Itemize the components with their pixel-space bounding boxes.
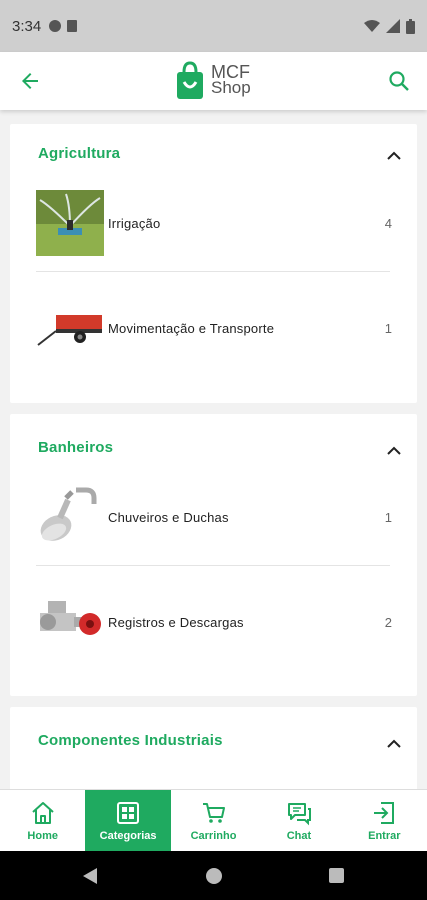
sprinkler-image bbox=[36, 190, 104, 256]
category-title[interactable]: Banheiros bbox=[38, 439, 113, 456]
nav-label: Chat bbox=[286, 829, 312, 842]
battery-icon bbox=[406, 18, 415, 34]
app-bar: MCF Shop bbox=[0, 52, 427, 110]
nav-carrinho[interactable]: Carrinho bbox=[171, 790, 256, 851]
nav-home[interactable]: Home bbox=[0, 790, 85, 851]
nav-chat[interactable]: Chat bbox=[256, 790, 341, 851]
chevron-up-icon[interactable] bbox=[385, 147, 403, 165]
back-arrow-icon[interactable] bbox=[18, 69, 42, 93]
subcategory-row[interactable]: Registros e Descargas 2 bbox=[36, 589, 392, 659]
home-icon bbox=[32, 801, 54, 824]
valve-image bbox=[40, 601, 101, 635]
categories-icon bbox=[117, 801, 140, 824]
chevron-up-icon[interactable] bbox=[385, 442, 403, 460]
category-card-agricultura: Agricultura Irrigação 4 Movimentação e T… bbox=[10, 124, 417, 403]
nav-label: Entrar bbox=[368, 829, 401, 842]
system-navigation-bar bbox=[0, 851, 427, 900]
nav-label: Carrinho bbox=[190, 829, 237, 842]
system-home-icon[interactable] bbox=[206, 868, 222, 884]
subcategory-row[interactable]: Movimentação e Transporte 1 bbox=[36, 295, 392, 365]
subcategory-count: 4 bbox=[384, 216, 392, 231]
chevron-up-icon[interactable] bbox=[385, 735, 403, 753]
trailer-image bbox=[37, 315, 102, 346]
system-recents-icon[interactable] bbox=[329, 868, 344, 883]
app-logo: MCF Shop bbox=[175, 60, 251, 100]
search-icon[interactable] bbox=[387, 69, 411, 93]
subcategory-label: Chuveiros e Duchas bbox=[108, 510, 229, 525]
subcategory-count: 2 bbox=[384, 615, 392, 630]
nav-entrar[interactable]: Entrar bbox=[342, 790, 427, 851]
status-bar: 3:34 bbox=[0, 0, 427, 52]
logo-text-shop: Shop bbox=[211, 78, 251, 97]
categories-list[interactable]: Agricultura Irrigação 4 Movimentação e T… bbox=[0, 110, 427, 790]
category-title[interactable]: Agricultura bbox=[38, 145, 120, 162]
subcategory-count: 1 bbox=[384, 510, 392, 525]
shower-head-image bbox=[40, 487, 97, 541]
wifi-icon bbox=[364, 20, 380, 32]
signal-icon bbox=[386, 19, 400, 33]
subcategory-count: 1 bbox=[384, 321, 392, 336]
divider bbox=[36, 271, 390, 272]
bottom-navigation: Home Categorias Carrinho Chat Entrar bbox=[0, 789, 427, 851]
nav-categorias[interactable]: Categorias bbox=[85, 790, 171, 851]
subcategory-row[interactable]: Irrigação 4 bbox=[36, 190, 392, 260]
divider bbox=[36, 565, 390, 566]
cart-icon bbox=[202, 802, 225, 823]
notification-icon bbox=[49, 20, 62, 32]
category-card-banheiros: Banheiros Chuveiros e Duchas 1 Registros… bbox=[10, 414, 417, 696]
subcategory-label: Movimentação e Transporte bbox=[108, 321, 275, 336]
subcategory-label: Irrigação bbox=[108, 216, 161, 231]
chat-icon bbox=[287, 802, 311, 825]
subcategory-row[interactable]: Chuveiros e Duchas 1 bbox=[36, 484, 392, 554]
login-icon bbox=[374, 801, 395, 824]
category-card-componentes-industriais: Componentes Industriais bbox=[10, 707, 417, 790]
system-back-icon[interactable] bbox=[82, 867, 98, 885]
subcategory-label: Registros e Descargas bbox=[108, 615, 244, 630]
status-time: 3:34 bbox=[12, 17, 42, 35]
nav-label: Home bbox=[27, 829, 58, 842]
nav-label: Categorias bbox=[99, 829, 157, 842]
category-title[interactable]: Componentes Industriais bbox=[38, 732, 223, 749]
sd-card-icon bbox=[67, 20, 78, 32]
shopping-bag-logo-icon bbox=[177, 61, 203, 99]
